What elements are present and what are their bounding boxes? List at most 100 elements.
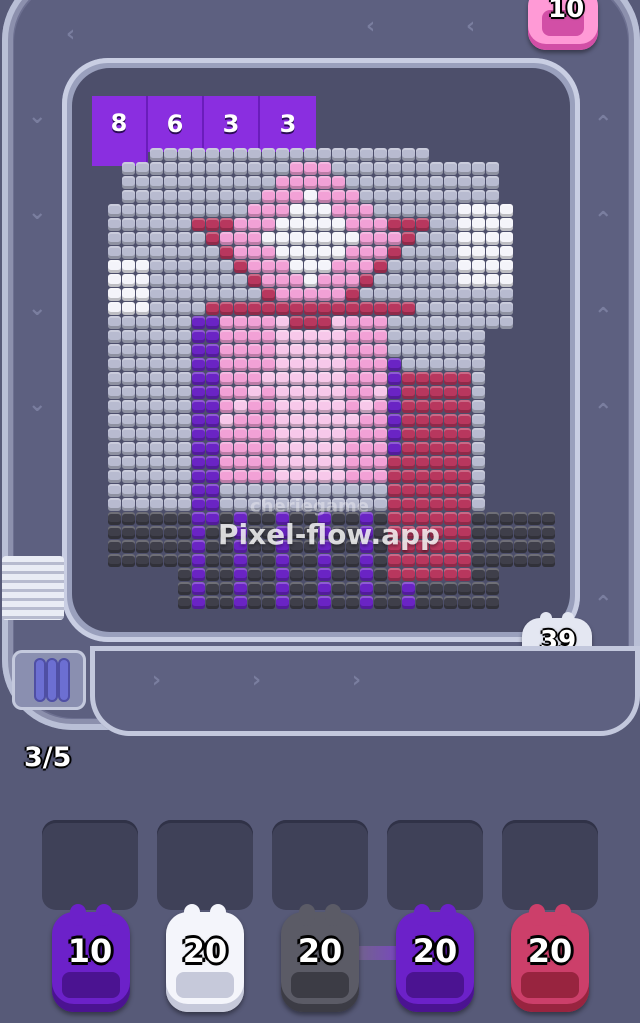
pixel-block [486, 512, 499, 525]
waiting-slot[interactable] [387, 820, 483, 910]
pixel-block [192, 148, 205, 161]
pixel-block [150, 176, 163, 189]
pixel-block [178, 190, 191, 203]
pixel-block [220, 568, 233, 581]
pixel-block [206, 288, 219, 301]
pixel-block [136, 274, 149, 287]
pixel-block [486, 554, 499, 567]
pixel-block [416, 386, 429, 399]
pixel-block [318, 344, 331, 357]
pixel-block [178, 428, 191, 441]
pixel-block [430, 344, 443, 357]
pixel-block [136, 302, 149, 315]
pixel-block [206, 148, 219, 161]
pixel-block [318, 274, 331, 287]
pixel-block [346, 162, 359, 175]
pixel-block [360, 204, 373, 217]
pixel-block [108, 386, 121, 399]
pixel-block [374, 498, 387, 511]
pixel-block [192, 442, 205, 455]
pixel-block [472, 512, 485, 525]
pixel-block [262, 470, 275, 483]
pixel-block [388, 428, 401, 441]
pixel-block [472, 400, 485, 413]
track-chevron-icon: ‹ [66, 22, 76, 47]
coil-icon [58, 658, 70, 702]
pixel-block [472, 568, 485, 581]
pixel-block [360, 316, 373, 329]
pixel-block [402, 344, 415, 357]
pixel-block [248, 442, 261, 455]
pixel-block [290, 442, 303, 455]
pixel-block [136, 218, 149, 231]
pixel-block [150, 260, 163, 273]
pixel-block [164, 512, 177, 525]
pixel-block [108, 484, 121, 497]
pixel-block [192, 596, 205, 609]
pixel-block [458, 218, 471, 231]
waiting-slot[interactable] [502, 820, 598, 910]
pixel-block [248, 372, 261, 385]
pixel-block [276, 568, 289, 581]
pixel-block [248, 554, 261, 567]
pixel-block [220, 414, 233, 427]
pixel-block [332, 582, 345, 595]
waiting-slot[interactable] [272, 820, 368, 910]
pixel-block [178, 344, 191, 357]
pixel-block [444, 400, 457, 413]
pixel-block [500, 204, 513, 217]
waiting-slot[interactable] [157, 820, 253, 910]
pixel-block [150, 358, 163, 371]
pixel-block [220, 148, 233, 161]
pixel-block [290, 162, 303, 175]
pixel-block [206, 428, 219, 441]
pixel-block [542, 526, 555, 539]
pixel-block [416, 358, 429, 371]
pixel-block [444, 582, 457, 595]
pixel-block [388, 400, 401, 413]
pixel-block [318, 414, 331, 427]
pixel-block [178, 442, 191, 455]
pixel-block [276, 260, 289, 273]
pixel-block [234, 330, 247, 343]
pixel-block [290, 372, 303, 385]
pixel-block [234, 246, 247, 259]
waiting-slot[interactable] [42, 820, 138, 910]
pixel-block [458, 442, 471, 455]
pixel-block [304, 470, 317, 483]
pixel-block [220, 246, 233, 259]
reserve-tray[interactable] [12, 650, 86, 710]
pixel-block [178, 358, 191, 371]
pixel-block [108, 246, 121, 259]
pixel-block [206, 274, 219, 287]
pixel-block [332, 218, 345, 231]
pixel-block [318, 288, 331, 301]
pixel-block [318, 428, 331, 441]
pixel-block [136, 400, 149, 413]
pixel-block [262, 246, 275, 259]
pixel-block [472, 274, 485, 287]
pixel-block [346, 568, 359, 581]
pixel-block [262, 190, 275, 203]
pixel-block [346, 358, 359, 371]
pixel-block [332, 288, 345, 301]
pixel-block [136, 232, 149, 245]
pixel-block [430, 330, 443, 343]
pixel-block [430, 400, 443, 413]
track-chevron-icon: › [152, 668, 162, 693]
pixel-block [122, 498, 135, 511]
pixel-block [234, 596, 247, 609]
track-chevron-icon: ⌃ [594, 400, 613, 425]
pixel-block [332, 204, 345, 217]
pixel-block [388, 218, 401, 231]
pixel-block [192, 176, 205, 189]
pixel-block [318, 386, 331, 399]
pixel-block [318, 162, 331, 175]
pixel-block [542, 512, 555, 525]
pixel-block [290, 274, 303, 287]
pixel-block [360, 582, 373, 595]
pixel-block [458, 204, 471, 217]
pixel-block [234, 386, 247, 399]
pixel-block [262, 204, 275, 217]
pixel-block [402, 162, 415, 175]
